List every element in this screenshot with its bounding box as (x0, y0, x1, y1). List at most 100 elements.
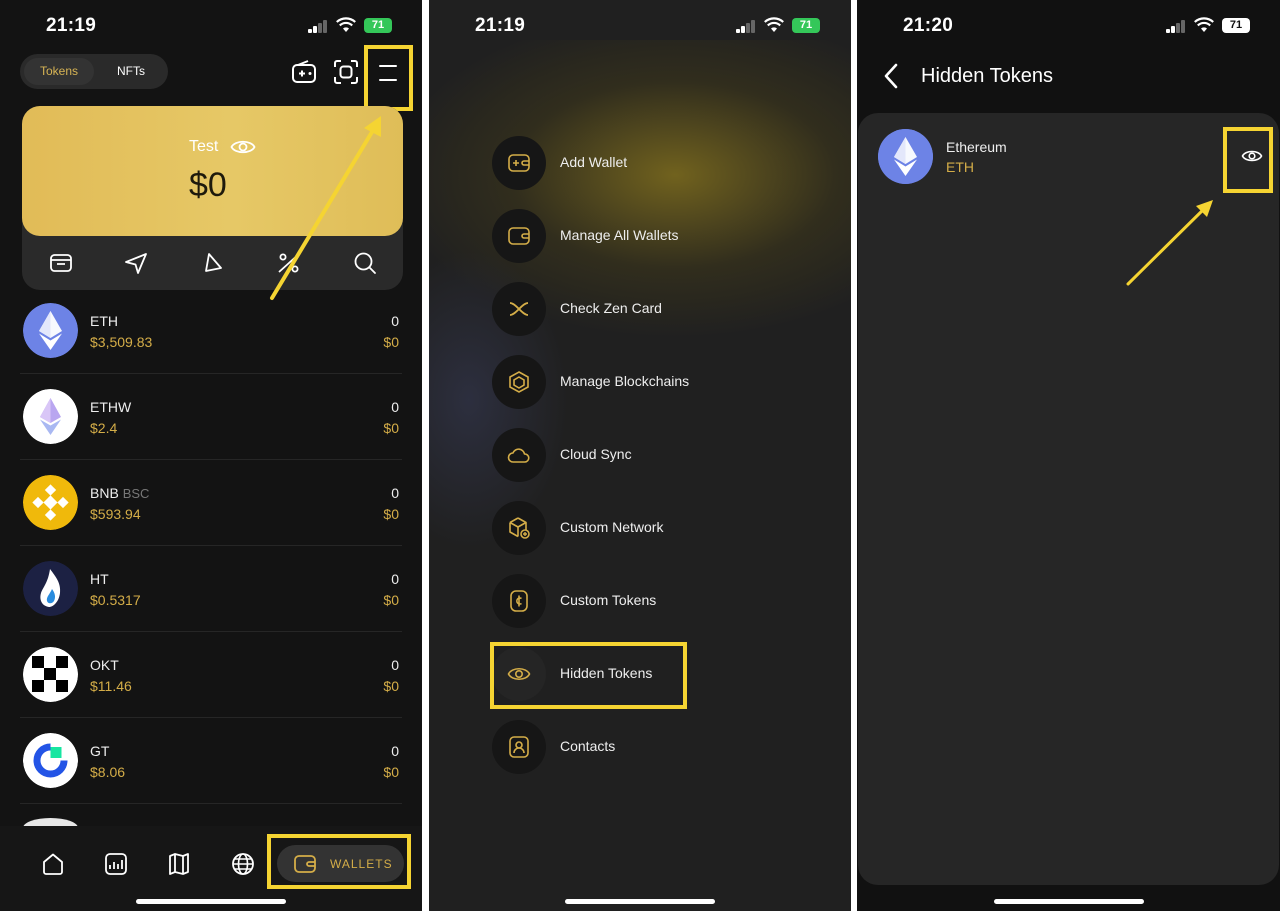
menu-item-custom-tokens[interactable]: Custom Tokens (492, 574, 792, 630)
home-icon[interactable] (40, 851, 66, 877)
token-symbol: ETH (90, 313, 118, 329)
token-value: $0 (383, 764, 399, 780)
menu-item-check-zen-card[interactable]: Check Zen Card (492, 282, 792, 338)
wallet-balance: $0 (189, 166, 227, 204)
token-row[interactable]: ETHW $2.4 0 $0 (0, 374, 422, 460)
explore-icon[interactable] (166, 851, 192, 877)
receive-icon[interactable] (48, 250, 74, 276)
menu-item-custom-network[interactable]: Custom Network (492, 501, 792, 557)
custom-network-icon (509, 517, 530, 539)
menu-item-label: Manage Blockchains (560, 373, 690, 389)
menu-item-manage-all-wallets[interactable]: Manage All Wallets (492, 209, 792, 265)
cellular-signal-icon (1166, 20, 1186, 33)
token-symbol: GT (90, 743, 110, 759)
globe-icon[interactable] (230, 851, 256, 877)
wallet-icon (508, 227, 530, 245)
token-price: $8.06 (90, 764, 126, 780)
token-symbol: OKT (90, 657, 119, 673)
tab-tokens[interactable]: Tokens (24, 58, 94, 85)
hidden-tokens-screen: 21:20 71 Hidden Tokens Ethereum ETH (857, 0, 1280, 911)
eye-icon[interactable] (230, 137, 256, 157)
menu-item-cloud-sync[interactable]: Cloud Sync (492, 428, 792, 484)
token-balance: 0 (391, 485, 399, 501)
ethereum-icon (23, 303, 78, 358)
eye-highlight-box (1223, 127, 1273, 193)
menu-screen: 21:19 71 Add Wallet Manage All Wallets C… (429, 0, 851, 911)
status-bar: 21:19 71 (429, 0, 851, 54)
tab-nfts[interactable]: NFTs (98, 58, 164, 85)
pointer-arrow (1126, 200, 1213, 286)
menu-item-label: Add Wallet (560, 154, 628, 170)
home-indicator (565, 899, 715, 904)
status-bar: 21:19 71 (0, 0, 422, 54)
token-row[interactable]: OKT $11.46 0 $0 (0, 632, 422, 718)
token-balance: 0 (391, 571, 399, 587)
cloud-icon (507, 448, 530, 463)
token-balance: 0 (391, 657, 399, 673)
hidden-tokens-highlight-box (490, 642, 687, 709)
ht-icon (23, 561, 78, 616)
contacts-icon (509, 736, 529, 758)
ethw-icon (23, 389, 78, 444)
menu-item-label: Custom Network (560, 519, 664, 535)
token-row[interactable]: HT $0.5317 0 $0 (0, 546, 422, 632)
token-balance: 0 (391, 399, 399, 415)
token-symbol: HT (90, 571, 109, 587)
battery-indicator: 71 (1222, 18, 1250, 33)
menu-item-manage-blockchains[interactable]: Manage Blockchains (492, 355, 792, 411)
status-bar: 21:20 71 (857, 0, 1280, 54)
zen-card-icon (509, 302, 529, 316)
send-icon[interactable] (123, 250, 149, 276)
status-time: 21:19 (46, 15, 97, 36)
page-title: Hidden Tokens (921, 65, 1053, 87)
back-icon[interactable] (881, 62, 901, 90)
token-symbol: ETHW (90, 399, 132, 415)
cellular-signal-icon (736, 20, 756, 33)
token-name: Ethereum (946, 139, 1007, 155)
menu-highlight-box (364, 45, 413, 111)
custom-token-icon (510, 590, 528, 612)
status-time: 21:19 (475, 15, 526, 36)
cellular-signal-icon (308, 20, 328, 33)
wallets-highlight-box (267, 834, 411, 889)
menu-item-add-wallet[interactable]: Add Wallet (492, 136, 792, 192)
menu-item-label: Check Zen Card (560, 300, 662, 316)
token-balance: 0 (391, 743, 399, 759)
token-price: $3,509.83 (90, 334, 153, 350)
battery-indicator: 71 (792, 18, 820, 33)
token-list: ETH $3,509.83 0 $0 ETHW $2.4 0 $0 BNB BS… (0, 288, 422, 838)
wifi-icon (1194, 17, 1214, 32)
scan-icon[interactable] (332, 58, 360, 86)
token-price: $2.4 (90, 420, 118, 436)
asset-type-toggle: Tokens NFTs (20, 54, 168, 89)
pointer-arrow (270, 116, 381, 300)
wallet-screen: 21:19 71 Tokens NFTs Test $0 ETH $3,509.… (0, 0, 422, 911)
token-row[interactable]: BNB BSC $593.94 0 $0 (0, 460, 422, 546)
token-value: $0 (383, 592, 399, 608)
token-value: $0 (383, 420, 399, 436)
token-symbol: ETH (946, 159, 974, 175)
home-indicator (993, 899, 1144, 904)
token-value: $0 (383, 506, 399, 522)
home-indicator (136, 899, 286, 904)
blockchain-icon (509, 371, 529, 393)
add-wallet-icon (508, 154, 530, 172)
header: Hidden Tokens (857, 62, 1280, 92)
swap-icon[interactable] (201, 250, 227, 276)
token-price: $593.94 (90, 506, 141, 522)
token-balance: 0 (391, 313, 399, 329)
gt-icon (23, 733, 78, 788)
status-time: 21:20 (903, 15, 954, 36)
token-price: $11.46 (90, 678, 132, 694)
menu-item-label: Manage All Wallets (560, 227, 679, 243)
token-row[interactable]: GT $8.06 0 $0 (0, 718, 422, 804)
menu-item-label: Contacts (560, 738, 616, 754)
token-price: $0.5317 (90, 592, 141, 608)
ethereum-icon (878, 129, 933, 184)
token-value: $0 (383, 678, 399, 694)
token-value: $0 (383, 334, 399, 350)
add-wallet-icon[interactable] (290, 58, 318, 86)
menu-item-contacts[interactable]: Contacts (492, 720, 792, 776)
bnb-icon (23, 475, 78, 530)
market-icon[interactable] (103, 851, 129, 877)
